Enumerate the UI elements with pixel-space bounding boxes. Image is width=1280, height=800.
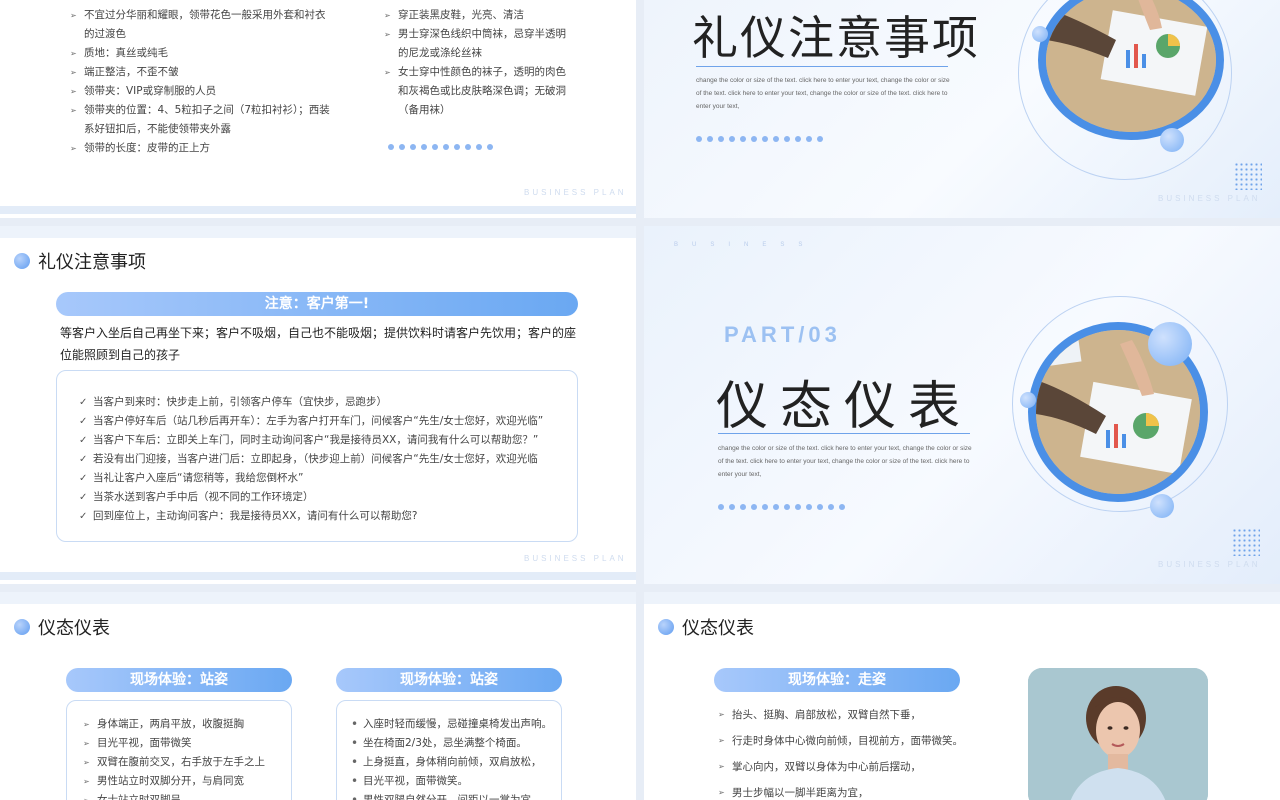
slide-part03[interactable]: B U S I N E S S PART/03 仪态仪表 change the color o… [644, 226, 1280, 584]
decor-ball [1032, 26, 1048, 42]
notice-pill: 注意：客户第一! [56, 292, 578, 316]
list-item: 男士穿深色线织中筒袜，忌穿半透明的尼龙或涤纶丝袜 [384, 25, 570, 63]
strip-letter: S [710, 242, 715, 248]
slide-header-bar [644, 592, 1280, 604]
watermark: BUSINESS PLAN [524, 554, 627, 563]
decor-ball [1148, 322, 1192, 366]
woman-photo [1028, 668, 1208, 800]
slide-footer-bar [0, 572, 636, 580]
list-item: 抬头、挺胸、肩部放松，双臂自然下垂， [718, 702, 1018, 728]
steps-box: 当客户到来时：快步走上前，引领客户停车（宜快步，忌跑步）当客户停好车后（站几秒后… [56, 370, 578, 542]
strip-letter: S [798, 242, 803, 248]
watermark: BUSINESS PLAN [1158, 560, 1261, 569]
slide-heading: 仪态仪表 [14, 614, 110, 640]
sitting-pill: 现场体验：站姿 [336, 668, 562, 692]
list-item: 女士站立时双脚呈 [83, 791, 287, 800]
list-item: 若没有出门迎接，当客户进门后：立即起身，（快步迎上前）问候客户“先生/女士您好，… [79, 450, 571, 469]
shoes-rules-list: 穿正装黑皮鞋，光亮、清洁男士穿深色线织中筒袜，忌穿半透明的尼龙或涤纶丝袜女士穿中… [384, 6, 570, 120]
slide-posture[interactable]: 仪态仪表 现场体验：站姿 身体端正，两肩平放，收腹挺胸目光平视，面带微笑双臂在腹… [0, 592, 636, 800]
body-text: change the color or size of the text. cl… [696, 77, 950, 110]
standing-box: 身体端正，两肩平放，收腹挺胸目光平视，面带微笑双臂在腹前交叉，右手放于左手之上男… [66, 700, 292, 800]
list-item: 男性双腿自然分开，间距以一掌为宜。 [349, 791, 559, 800]
list-item: 行走时身体中心微向前倾，目视前方，面带微笑。 [718, 728, 1018, 754]
tie-rules-list: 不宜过分华丽和耀眼，领带花色一般采用外套和衬衣的过渡色质地：真丝或纯毛端正整洁，… [70, 6, 332, 158]
slide-walking[interactable]: 仪态仪表 现场体验：走姿 抬头、挺胸、肩部放松，双臂自然下垂，行走时身体中心微向… [644, 592, 1280, 800]
slide-footer-bar [0, 206, 636, 214]
strip-letter: I [728, 242, 731, 248]
list-item: 当礼让客户入座后“请您稍等，我给您倒杯水” [79, 469, 571, 488]
strip-letter: E [762, 242, 767, 248]
heading-text: 仪态仪表 [38, 618, 110, 639]
decor-grid-dots [1234, 162, 1262, 190]
slide-customer-first[interactable]: 礼仪注意事项 注意：客户第一! 等客户入坐后自己再坐下来；客户不吸烟，自己也不能… [0, 226, 636, 584]
heading-dot-icon [14, 253, 30, 269]
list-item: 当客户停好车后（站几秒后再开车）：左手为客户打开车门，问候客户“先生/女士您好，… [79, 412, 571, 431]
title-underline [696, 66, 948, 67]
heading-dot-icon [14, 619, 30, 635]
title-underline [718, 433, 970, 434]
strip-letter: B [674, 242, 679, 248]
heading-text: 礼仪注意事项 [38, 252, 146, 273]
slide-heading: 礼仪注意事项 [14, 248, 146, 274]
list-item: 领带夹的位置：4、5粒扣子之间（7粒扣衬衫）；西装系好钮扣后，不能使领带夹外露 [70, 101, 332, 139]
decor-dots [718, 504, 845, 510]
watermark: BUSINESS PLAN [524, 188, 627, 197]
list-item: 当客户到来时：快步走上前，引领客户停车（宜快步，忌跑步） [79, 393, 571, 412]
slide-etiquette-title[interactable]: 礼仪注意事项 change the color or size of the t… [644, 0, 1280, 218]
decor-ball [1150, 494, 1174, 518]
top-letter-strip: BUSINESS [674, 242, 802, 248]
strip-letter: U [692, 242, 697, 248]
photo-illustration [1028, 668, 1208, 800]
body-text: change the color or size of the text. cl… [718, 445, 972, 478]
photo-illustration [1046, 0, 1216, 132]
slide-tie-shoes[interactable]: 不宜过分华丽和耀眼，领带花色一般采用外套和衬衣的过渡色质地：真丝或纯毛端正整洁，… [0, 0, 636, 218]
list-item: 不宜过分华丽和耀眼，领带花色一般采用外套和衬衣的过渡色 [70, 6, 332, 44]
list-item: 掌心向内，双臂以身体为中心前后摆动， [718, 754, 1018, 780]
sitting-box: 入座时轻而缓慢，忌碰撞桌椅发出声响。坐在椅面2/3处，忌坐满整个椅面。上身挺直，… [336, 700, 562, 800]
decor-dots [696, 136, 823, 142]
list-item: 穿正装黑皮鞋，光亮、清洁 [384, 6, 570, 25]
decor-ball [1160, 128, 1184, 152]
heading-text: 仪态仪表 [682, 618, 754, 639]
standing-list: 身体端正，两肩平放，收腹挺胸目光平视，面带微笑双臂在腹前交叉，右手放于左手之上男… [83, 715, 287, 800]
slide-heading: 仪态仪表 [658, 614, 754, 640]
list-item: 目光平视，面带微笑。 [349, 772, 559, 791]
part-label: PART/03 [724, 322, 841, 347]
list-item: 女士穿中性颜色的袜子，透明的肉色和灰褐色或比皮肤略深色调；无破洞（备用袜） [384, 63, 570, 120]
slide-title: 仪态仪表 [716, 377, 973, 437]
watermark: BUSINESS PLAN [1158, 194, 1261, 203]
list-item: 男士步幅以一脚半距离为宜， [718, 780, 1018, 800]
list-item: 男性站立时双脚分开，与肩同宽 [83, 772, 287, 791]
decor-grid-dots [1232, 528, 1260, 556]
list-item: 领带的长度：皮带的正上方 [70, 139, 332, 158]
intro-text: 等客户入坐后自己再坐下来；客户不吸烟，自己也不能吸烟；提供饮料时请客户先饮用；客… [60, 326, 577, 362]
list-item: 双臂在腹前交叉，右手放于左手之上 [83, 753, 287, 772]
walking-list: 抬头、挺胸、肩部放松，双臂自然下垂，行走时身体中心微向前倾，目视前方，面带微笑。… [718, 702, 1018, 800]
list-item: 回到座位上，主动询问客户：我是接待员XX，请问有什么可以帮助您? [79, 507, 571, 526]
walking-pill: 现场体验：走姿 [714, 668, 960, 692]
list-item: 质地：真丝或纯毛 [70, 44, 332, 63]
business-photo [1038, 0, 1224, 140]
strip-letter: S [780, 242, 785, 248]
list-item: 当茶水送到客户手中后（视不同的工作环境定） [79, 488, 571, 507]
decor-ball [1020, 392, 1036, 408]
strip-letter: N [744, 242, 749, 248]
slide-header-bar [0, 592, 636, 604]
list-item: 坐在椅面2/3处，忌坐满整个椅面。 [349, 734, 559, 753]
heading-dot-icon [658, 619, 674, 635]
list-item: 当客户下车后：立即关上车门，同时主动询问客户“我是接待员XX，请问我有什么可以帮… [79, 431, 571, 450]
list-item: 上身挺直，身体稍向前倾，双肩放松， [349, 753, 559, 772]
sitting-list: 入座时轻而缓慢，忌碰撞桌椅发出声响。坐在椅面2/3处，忌坐满整个椅面。上身挺直，… [349, 715, 559, 800]
slide-title: 礼仪注意事项 [692, 11, 980, 65]
steps-list: 当客户到来时：快步走上前，引领客户停车（宜快步，忌跑步）当客户停好车后（站几秒后… [79, 393, 571, 526]
list-item: 入座时轻而缓慢，忌碰撞桌椅发出声响。 [349, 715, 559, 734]
list-item: 目光平视，面带微笑 [83, 734, 287, 753]
standing-pill: 现场体验：站姿 [66, 668, 292, 692]
list-item: 端正整洁，不歪不皱 [70, 63, 332, 82]
list-item: 领带夹：VIP或穿制服的人员 [70, 82, 332, 101]
decor-dots [388, 144, 493, 150]
list-item: 身体端正，两肩平放，收腹挺胸 [83, 715, 287, 734]
slide-header-bar [0, 226, 636, 238]
